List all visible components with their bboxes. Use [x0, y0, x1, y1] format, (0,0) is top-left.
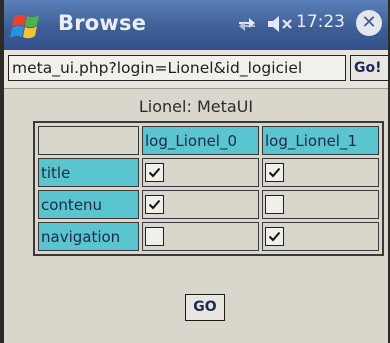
- checkbox[interactable]: [265, 195, 284, 214]
- device-screen: Browse 17:23 ✕ meta_ui.php?login=Lionel&…: [4, 0, 388, 343]
- close-icon[interactable]: ✕: [356, 10, 382, 36]
- submit-go-button[interactable]: GO: [185, 294, 225, 321]
- table-row: contenu: [38, 190, 379, 219]
- windows-start-icon[interactable]: [10, 9, 46, 41]
- clock[interactable]: 17:23: [296, 12, 345, 32]
- checkbox[interactable]: [145, 227, 164, 246]
- corner-cell: [38, 126, 139, 155]
- permission-table: log_Lionel_0 log_Lionel_1 title contenu: [33, 121, 384, 256]
- volume-muted-icon[interactable]: [266, 14, 294, 34]
- table-row: navigation: [38, 222, 379, 251]
- title-bar: Browse 17:23 ✕: [4, 0, 388, 50]
- app-title: Browse: [58, 11, 147, 35]
- table-row: title: [38, 158, 379, 187]
- checkmark-icon: [268, 231, 281, 242]
- row-header: contenu: [38, 190, 139, 219]
- checkmark-icon: [148, 167, 161, 178]
- url-input[interactable]: meta_ui.php?login=Lionel&id_logiciel: [8, 55, 346, 81]
- row-header: title: [38, 158, 139, 187]
- checkmark-icon: [268, 167, 281, 178]
- form-caption: Lionel: MetaUI: [138, 97, 254, 116]
- column-header: log_Lionel_0: [142, 126, 259, 155]
- address-bar: meta_ui.php?login=Lionel&id_logiciel Go!: [4, 50, 388, 89]
- row-header: navigation: [38, 222, 139, 251]
- table-cell: [262, 222, 379, 251]
- table-cell: [262, 190, 379, 219]
- table-cell: [142, 190, 259, 219]
- table-cell: [142, 222, 259, 251]
- checkbox[interactable]: [145, 163, 164, 182]
- address-go-button[interactable]: Go!: [350, 55, 388, 81]
- page-content: Lionel: MetaUI log_Lionel_0 log_Lionel_1…: [4, 89, 388, 343]
- checkbox[interactable]: [265, 163, 284, 182]
- checkmark-icon: [148, 199, 161, 210]
- table-cell: [142, 158, 259, 187]
- table-header-row: log_Lionel_0 log_Lionel_1: [38, 126, 379, 155]
- column-header: log_Lionel_1: [262, 126, 379, 155]
- table-cell: [262, 158, 379, 187]
- checkbox[interactable]: [265, 227, 284, 246]
- checkbox[interactable]: [145, 195, 164, 214]
- connectivity-icon[interactable]: [236, 14, 258, 34]
